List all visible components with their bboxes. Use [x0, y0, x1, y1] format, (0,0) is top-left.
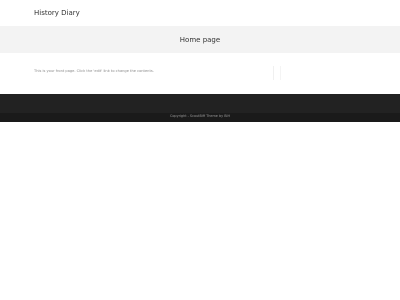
site-title-link[interactable]: History Diary	[34, 9, 80, 17]
article-area: This is your front page. Click the 'edit…	[30, 66, 274, 80]
main-content: This is your front page. Click the 'edit…	[0, 53, 400, 94]
copyright-text: Copyright - ScoutBiff Theme by BiH	[169, 114, 231, 118]
page-title: Home page	[179, 35, 221, 44]
page-title-banner: Home page	[0, 26, 400, 53]
front-page-text: This is your front page. Click the 'edit…	[34, 69, 154, 73]
site-footer: Copyright - ScoutBiff Theme by BiH	[0, 94, 400, 122]
sidebar-area	[280, 66, 371, 80]
site-header: History Diary	[0, 0, 400, 26]
footer-bottom-bar: Copyright - ScoutBiff Theme by BiH	[0, 113, 400, 122]
